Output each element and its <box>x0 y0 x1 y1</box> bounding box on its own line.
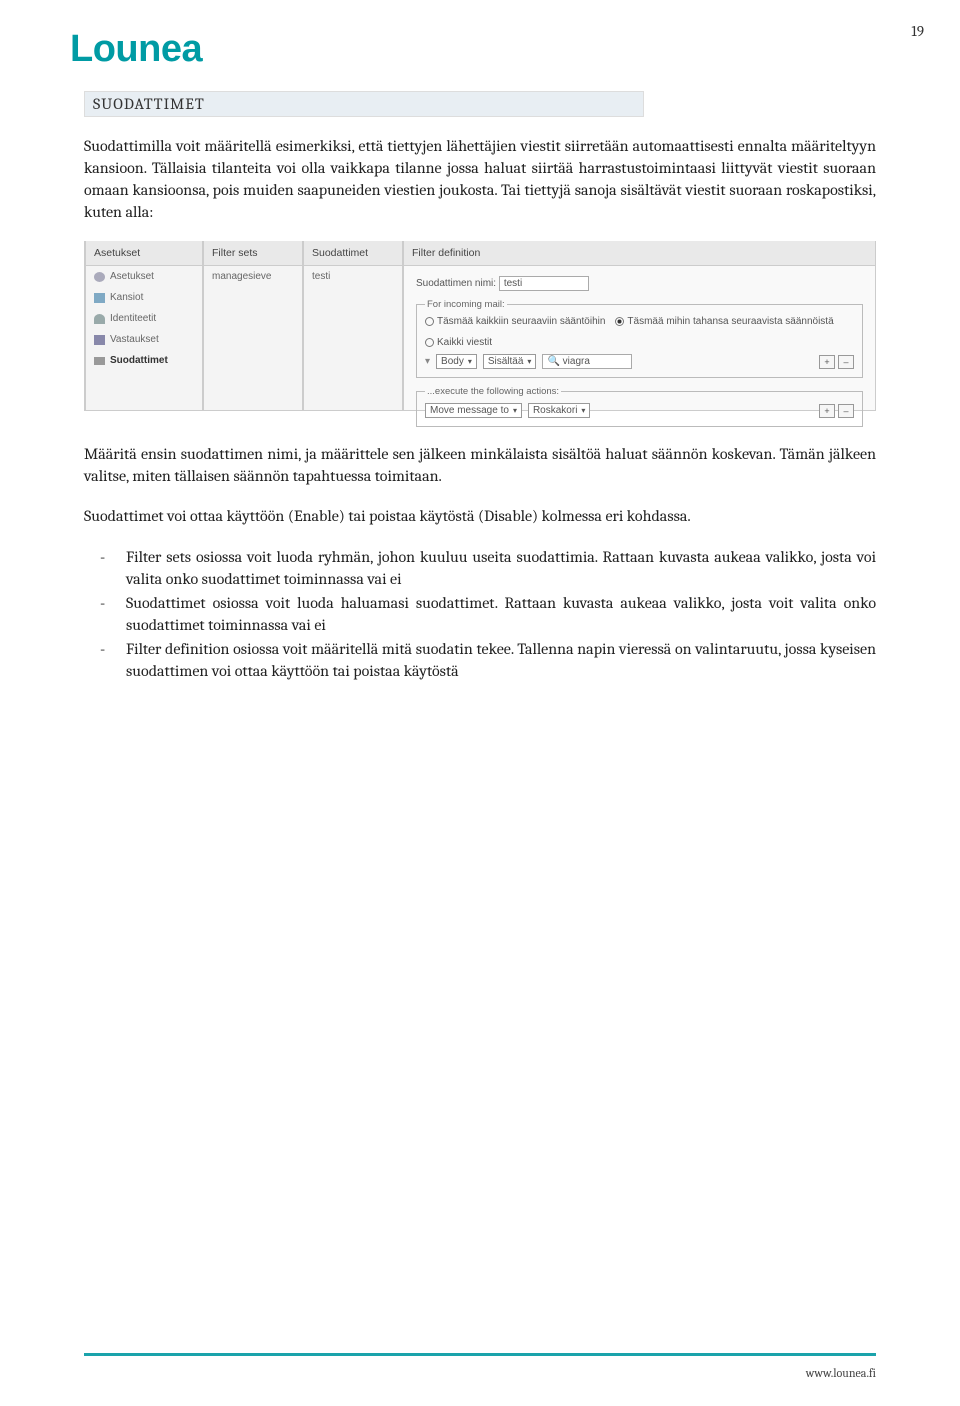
settings-header: Asetukset <box>86 241 202 266</box>
filter-icon <box>94 357 105 365</box>
radio-label: Täsmää mihin tahansa seuraavista säännöi… <box>627 316 833 327</box>
footer-link: www.lounea.fi <box>806 1366 876 1380</box>
add-action-button[interactable]: + <box>819 404 835 418</box>
filtersets-column: Filter sets managesieve <box>202 241 302 410</box>
bullet-item: Filter definition osiossa voit määritell… <box>126 638 876 682</box>
radio-icon <box>425 317 434 326</box>
page-number: 19 <box>911 22 924 40</box>
actions-fieldset: ...execute the following actions: Move m… <box>416 386 863 427</box>
action-folder-select[interactable]: Roskakori <box>528 403 590 418</box>
suodatin-item[interactable]: testi <box>304 266 402 287</box>
add-condition-button[interactable]: + <box>819 355 835 369</box>
suodattimet-column: Suodattimet testi <box>302 241 402 410</box>
paragraph-3: Suodattimet voi ottaa käyttöön (Enable) … <box>84 505 876 527</box>
filter-name-label: Suodattimen nimi: <box>416 278 496 289</box>
settings-column: Asetukset Asetukset Kansiot Identiteetit… <box>84 241 202 410</box>
gear-icon <box>94 272 105 282</box>
person-icon <box>94 314 105 324</box>
radio-label: Täsmää kaikkiin seuraaviin sääntöihin <box>437 316 605 327</box>
filter-name-input[interactable]: testi <box>499 276 589 291</box>
radio-all-messages[interactable]: Kaikki viestit <box>425 337 492 348</box>
radio-icon <box>425 338 434 347</box>
radio-icon <box>615 317 624 326</box>
sidebar-item-asetukset[interactable]: Asetukset <box>86 266 202 287</box>
suodatin-label: testi <box>312 271 330 282</box>
suodattimet-header: Suodattimet <box>304 241 402 266</box>
paragraph-2: Määritä ensin suodattimen nimi, ja määri… <box>84 443 876 487</box>
incoming-mail-legend: For incoming mail: <box>425 299 507 310</box>
condition-field-select[interactable]: Body <box>436 354 477 369</box>
sidebar-item-label: Asetukset <box>110 271 154 282</box>
condition-operator-select[interactable]: Sisältää <box>483 354 537 369</box>
incoming-mail-fieldset: For incoming mail: Täsmää kaikkiin seura… <box>416 299 863 378</box>
bullet-item: Suodattimet osiossa voit luoda haluamasi… <box>126 592 876 636</box>
radio-label: Kaikki viestit <box>437 337 492 348</box>
sidebar-item-label: Suodattimet <box>110 355 168 366</box>
filtersets-header: Filter sets <box>204 241 302 266</box>
remove-action-button[interactable]: – <box>838 404 854 418</box>
logo: Lounea <box>0 0 960 71</box>
filter-definition-header: Filter definition <box>404 241 875 266</box>
footer-rule <box>84 1353 876 1356</box>
sidebar-item-kansiot[interactable]: Kansiot <box>86 287 202 308</box>
sidebar-item-suodattimet[interactable]: Suodattimet <box>86 350 202 371</box>
sidebar-item-label: Identiteetit <box>110 313 156 324</box>
logo-text: Lounea <box>70 28 202 70</box>
sidebar-item-label: Vastaukset <box>110 334 159 345</box>
sidebar-item-identiteetit[interactable]: Identiteetit <box>86 308 202 329</box>
bullet-item: Filter sets osiossa voit luoda ryhmän, j… <box>126 546 876 590</box>
action-type-select[interactable]: Move message to <box>425 403 522 418</box>
actions-legend: ...execute the following actions: <box>425 386 561 397</box>
filterset-item[interactable]: managesieve <box>204 266 302 287</box>
filterset-label: managesieve <box>212 271 271 282</box>
intro-paragraph-1: Suodattimilla voit määritellä esimerkiks… <box>84 135 876 223</box>
sidebar-item-vastaukset[interactable]: Vastaukset <box>86 329 202 350</box>
sidebar-item-label: Kansiot <box>110 292 143 303</box>
bullet-list: Filter sets osiossa voit luoda ryhmän, j… <box>84 546 876 682</box>
folder-icon <box>94 293 105 303</box>
remove-condition-button[interactable]: – <box>838 355 854 369</box>
filter-definition-panel: Filter definition Suodattimen nimi: test… <box>402 241 876 410</box>
condition-value-input[interactable]: 🔍 viagra <box>542 354 632 369</box>
section-heading: SUODATTIMET <box>84 91 644 117</box>
radio-match-all[interactable]: Täsmää kaikkiin seuraaviin sääntöihin <box>425 316 605 327</box>
reply-icon <box>94 335 105 345</box>
filter-ui-screenshot: Asetukset Asetukset Kansiot Identiteetit… <box>84 241 876 411</box>
radio-match-any[interactable]: Täsmää mihin tahansa seuraavista säännöi… <box>615 316 833 327</box>
